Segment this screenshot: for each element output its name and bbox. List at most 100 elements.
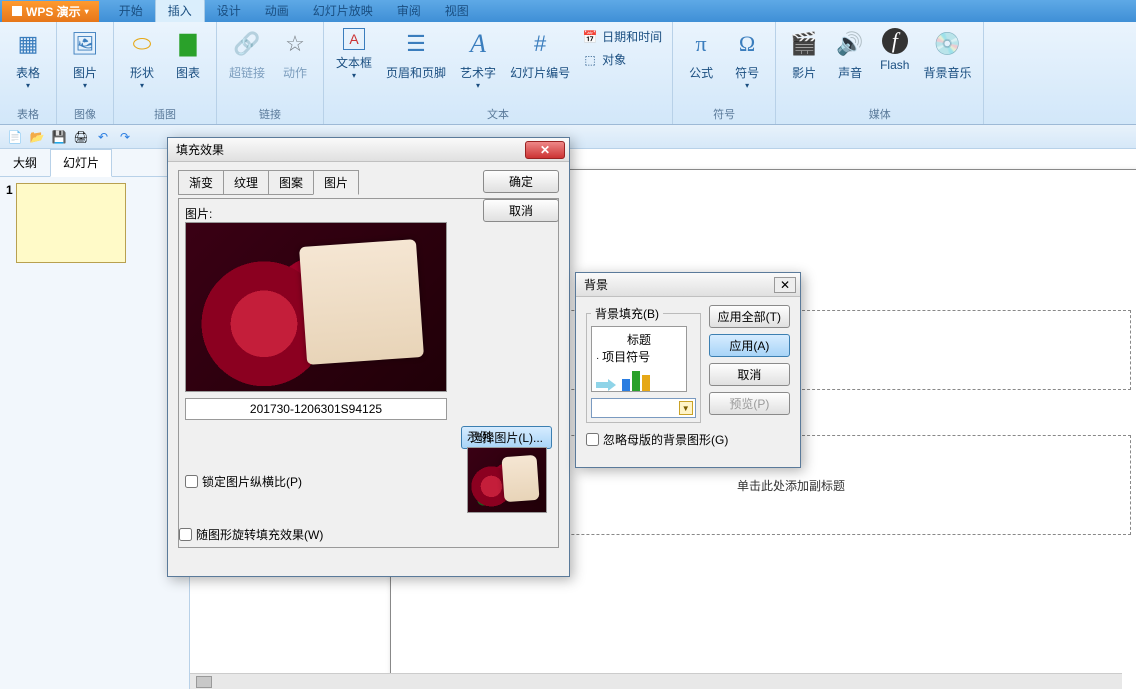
menu-tab-review[interactable]: 审阅	[385, 0, 433, 22]
ribbon-group-image: 🖼图片▾ 图像	[57, 22, 114, 124]
picture-preview	[185, 222, 447, 392]
ignore-master-checkbox[interactable]	[586, 433, 599, 446]
arrow-icon	[596, 379, 616, 391]
menu-tab-slideshow[interactable]: 幻灯片放映	[301, 0, 385, 22]
side-tab-slides[interactable]: 幻灯片	[50, 149, 112, 177]
ribbon-btn-headerfooter[interactable]: ☰页眉和页脚	[380, 26, 452, 92]
ribbon-btn-symbol[interactable]: Ω符号▾	[725, 26, 769, 92]
ribbon-btn-hyperlink: 🔗超链接	[223, 26, 271, 83]
app-name: WPS 演示	[26, 3, 81, 20]
app-menu-drop-icon[interactable]: ▾	[85, 7, 89, 16]
qat-print-icon[interactable]: 🖨	[72, 128, 90, 146]
qat-undo-icon[interactable]: ↶	[94, 128, 112, 146]
apply-button[interactable]: 应用(A)	[709, 334, 790, 357]
fill-effect-dialog: 填充效果 ✕ 确定 取消 渐变 纹理 图案 图片 图片: 201730-1206…	[167, 137, 570, 577]
ribbon-btn-table[interactable]: ▦表格▾	[6, 26, 50, 92]
thumbnail-number: 1	[6, 183, 13, 197]
ribbon-btn-flash[interactable]: fFlash	[874, 26, 915, 83]
menu-tab-insert[interactable]: 插入	[155, 0, 205, 22]
background-fill-label: 背景填充(B)	[591, 305, 663, 322]
app-logo-icon	[12, 6, 22, 16]
outline-panel: 大纲 幻灯片 1	[0, 149, 190, 689]
ribbon-btn-movie[interactable]: 🎬影片	[782, 26, 826, 83]
apply-all-button[interactable]: 应用全部(T)	[709, 305, 790, 328]
rotate-fill-checkbox[interactable]	[179, 528, 192, 541]
ribbon-btn-chart[interactable]: ▇图表	[166, 26, 210, 92]
picture-filename: 201730-1206301S94125	[185, 398, 447, 420]
textbox-icon: A	[343, 28, 365, 50]
scroll-paper-icon	[299, 239, 424, 364]
cancel-button[interactable]: 取消	[483, 199, 559, 222]
fill-tab-picture[interactable]: 图片	[313, 170, 359, 195]
sample-label: 示例:	[467, 428, 557, 445]
ribbon-btn-wordart[interactable]: A艺术字▾	[454, 26, 502, 92]
fill-tabs: 渐变 纹理 图案 图片	[178, 170, 475, 195]
close-button[interactable]: ✕	[774, 277, 796, 293]
ribbon-btn-bgmusic[interactable]: 💿背景音乐	[917, 26, 977, 83]
background-preview: 标题 · 项目符号	[591, 326, 687, 392]
hyperlink-icon: 🔗	[231, 28, 263, 60]
fill-tab-texture[interactable]: 纹理	[223, 170, 269, 195]
ribbon-group-table: ▦表格▾ 表格	[0, 22, 57, 124]
ok-button[interactable]: 确定	[483, 170, 559, 193]
symbol-icon: Ω	[731, 28, 763, 60]
qat-open-icon[interactable]: 📂	[28, 128, 46, 146]
ribbon-group-media: 🎬影片 🔊声音 fFlash 💿背景音乐 媒体	[776, 22, 984, 124]
menu-tab-design[interactable]: 设计	[205, 0, 253, 22]
headerfooter-icon: ☰	[400, 28, 432, 60]
table-icon: ▦	[12, 28, 44, 60]
horizontal-scrollbar[interactable]	[190, 673, 1122, 689]
ribbon-btn-datetime[interactable]: 📅日期和时间	[578, 26, 666, 47]
menu-tab-start[interactable]: 开始	[107, 0, 155, 22]
ignore-master-label: 忽略母版的背景图形(G)	[603, 431, 728, 448]
rotate-fill-label: 随图形旋转填充效果(W)	[196, 526, 323, 543]
dialog-titlebar[interactable]: 填充效果 ✕	[168, 138, 569, 162]
object-icon: ⬚	[582, 52, 598, 68]
ribbon-btn-object[interactable]: ⬚对象	[578, 49, 666, 70]
action-icon: ☆	[279, 28, 311, 60]
titlebar: WPS 演示 ▾ 开始 插入 设计 动画 幻灯片放映 审阅 视图	[0, 0, 1136, 22]
dialog-titlebar[interactable]: 背景 ✕	[576, 273, 800, 297]
dialog-title: 背景	[584, 276, 608, 293]
slide-thumbnail[interactable]	[16, 183, 126, 263]
movie-icon: 🎬	[788, 28, 820, 60]
ribbon-group-link: 🔗超链接 ☆动作 链接	[217, 22, 324, 124]
ribbon-btn-textbox[interactable]: A文本框▾	[330, 26, 378, 92]
qat-redo-icon[interactable]: ↷	[116, 128, 134, 146]
sound-icon: 🔊	[834, 28, 866, 60]
dialog-title: 填充效果	[176, 141, 224, 158]
close-button[interactable]: ✕	[525, 141, 565, 159]
side-tab-outline[interactable]: 大纲	[0, 149, 50, 176]
ribbon-btn-action: ☆动作	[273, 26, 317, 83]
qat-new-icon[interactable]: 📄	[6, 128, 24, 146]
ribbon-btn-shape[interactable]: ⬭形状▾	[120, 26, 164, 92]
ribbon-group-text: A文本框▾ ☰页眉和页脚 A艺术字▾ #幻灯片编号 📅日期和时间 ⬚对象 文本	[324, 22, 673, 124]
qat-save-icon[interactable]: 💾	[50, 128, 68, 146]
lock-ratio-label: 锁定图片纵横比(P)	[202, 473, 302, 490]
flash-icon: f	[882, 28, 908, 54]
preview-button[interactable]: 预览(P)	[709, 392, 790, 415]
ribbon-group-label: 插图	[120, 104, 210, 124]
shape-icon: ⬭	[126, 28, 158, 60]
scrollbar-thumb[interactable]	[196, 676, 212, 688]
menu-tab-animation[interactable]: 动画	[253, 0, 301, 22]
menu-tab-view[interactable]: 视图	[433, 0, 481, 22]
thumbnail-list: 1	[0, 177, 189, 272]
ribbon-btn-slidenumber[interactable]: #幻灯片编号	[504, 26, 576, 92]
chart-icon: ▇	[172, 28, 204, 60]
ribbon-btn-picture[interactable]: 🖼图片▾	[63, 26, 107, 92]
lock-ratio-checkbox[interactable]	[185, 475, 198, 488]
cancel-button[interactable]: 取消	[709, 363, 790, 386]
background-dialog: 背景 ✕ 背景填充(B) 标题 · 项目符号 ▼	[575, 272, 801, 468]
ribbon-btn-sound[interactable]: 🔊声音	[828, 26, 872, 83]
sample-preview	[467, 447, 547, 513]
fill-combo[interactable]: ▼	[591, 398, 696, 418]
datetime-icon: 📅	[582, 29, 598, 45]
menu-tabs: 开始 插入 设计 动画 幻灯片放映 审阅 视图	[107, 0, 481, 22]
ribbon-btn-equation[interactable]: π公式	[679, 26, 723, 92]
fill-tab-gradient[interactable]: 渐变	[178, 170, 224, 195]
slidenumber-icon: #	[524, 28, 556, 60]
fill-tab-pattern[interactable]: 图案	[268, 170, 314, 195]
ribbon-group-illustration: ⬭形状▾ ▇图表 插图	[114, 22, 217, 124]
bgmusic-icon: 💿	[931, 28, 963, 60]
